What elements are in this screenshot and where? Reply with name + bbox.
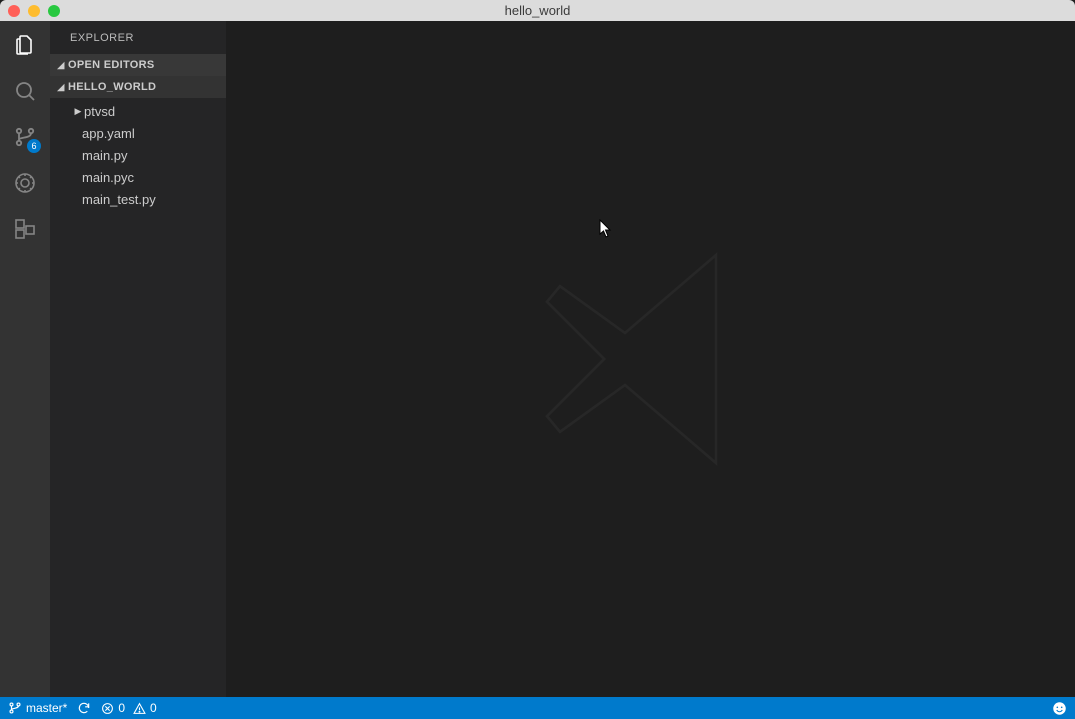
warning-icon: [133, 702, 146, 715]
error-count: 0: [118, 701, 125, 715]
chevron-down-icon: ◢: [56, 82, 66, 93]
tree-item-label: main.pyc: [82, 170, 134, 185]
vscode-watermark-icon: [521, 229, 781, 489]
open-editors-section[interactable]: ◢ OPEN EDITORS: [50, 54, 226, 76]
chevron-right-icon: ▶: [72, 106, 84, 117]
error-icon: [101, 702, 114, 715]
tree-folder-ptvsd[interactable]: ▶ ptvsd: [50, 100, 226, 122]
explorer-activity[interactable]: [11, 31, 39, 59]
file-tree: ▶ ptvsd app.yaml main.py main.pyc main_t…: [50, 98, 226, 210]
tree-file-app-yaml[interactable]: app.yaml: [50, 122, 226, 144]
scm-badge: 6: [27, 139, 41, 153]
extensions-activity[interactable]: [11, 215, 39, 243]
problems-status[interactable]: 0 0: [101, 701, 156, 715]
extensions-icon: [13, 217, 37, 241]
warning-count: 0: [150, 701, 157, 715]
debug-activity[interactable]: [11, 169, 39, 197]
sync-icon: [77, 701, 91, 715]
activity-bar: 6: [0, 21, 50, 697]
sync-status[interactable]: [77, 701, 91, 715]
titlebar: hello_world: [0, 0, 1075, 21]
open-editors-label: OPEN EDITORS: [68, 59, 155, 71]
scm-activity[interactable]: 6: [11, 123, 39, 151]
bug-icon: [13, 171, 37, 195]
branch-name: master*: [26, 701, 67, 715]
feedback-status[interactable]: [1052, 701, 1067, 716]
tree-item-label: app.yaml: [82, 126, 135, 141]
tree-item-label: main.py: [82, 148, 128, 163]
tree-file-main-pyc[interactable]: main.pyc: [50, 166, 226, 188]
tree-file-main-py[interactable]: main.py: [50, 144, 226, 166]
window-title: hello_world: [0, 3, 1075, 18]
git-branch-status[interactable]: master*: [8, 701, 67, 715]
smiley-icon: [1052, 701, 1067, 716]
maximize-window-button[interactable]: [48, 5, 60, 17]
editor-area: [226, 21, 1075, 697]
minimize-window-button[interactable]: [28, 5, 40, 17]
files-icon: [13, 33, 37, 57]
tree-item-label: ptvsd: [84, 104, 115, 119]
tree-file-main-test-py[interactable]: main_test.py: [50, 188, 226, 210]
chevron-down-icon: ◢: [56, 60, 66, 71]
sidebar: EXPLORER ◢ OPEN EDITORS ◢ HELLO_WORLD ▶ …: [50, 21, 226, 697]
status-bar: master* 0 0: [0, 697, 1075, 719]
folder-section[interactable]: ◢ HELLO_WORLD: [50, 76, 226, 98]
sidebar-title: EXPLORER: [50, 21, 226, 54]
search-icon: [13, 79, 37, 103]
traffic-lights: [8, 5, 60, 17]
search-activity[interactable]: [11, 77, 39, 105]
folder-name-label: HELLO_WORLD: [68, 81, 156, 93]
close-window-button[interactable]: [8, 5, 20, 17]
git-branch-icon: [8, 701, 22, 715]
tree-item-label: main_test.py: [82, 192, 156, 207]
